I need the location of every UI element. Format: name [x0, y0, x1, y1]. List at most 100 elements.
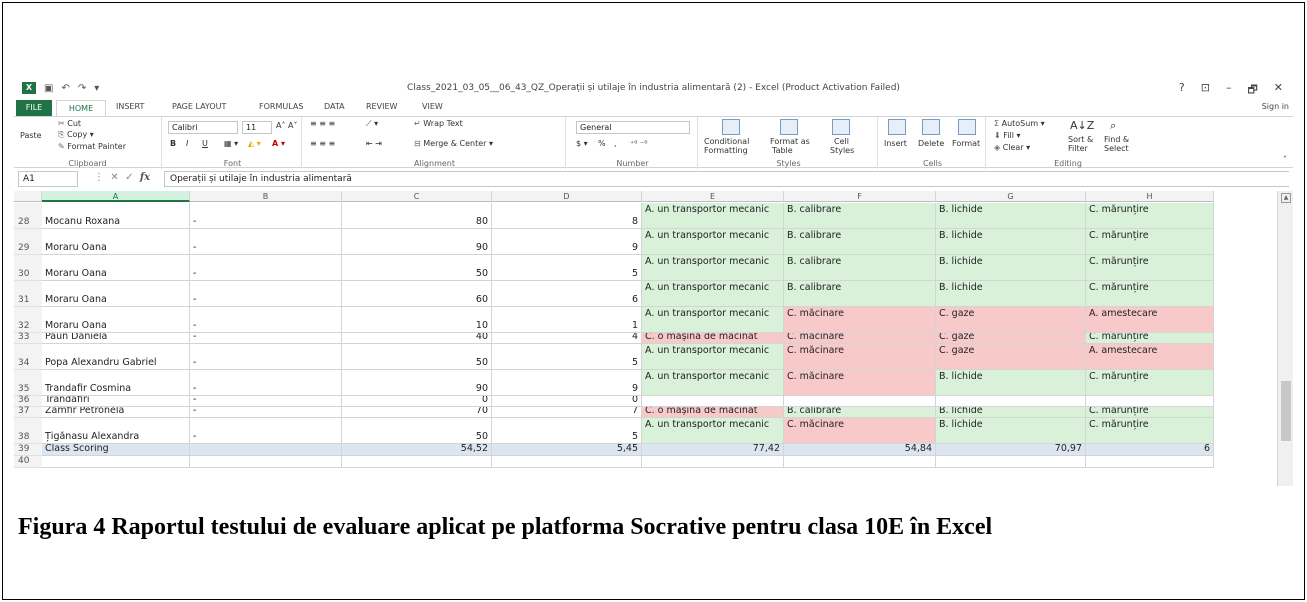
cell-h[interactable]: C. mărunțire — [1086, 370, 1214, 396]
cell-e[interactable]: A. un transportor mecanic — [642, 344, 784, 370]
cell-styles-button[interactable]: Cell — [834, 137, 849, 146]
cell-d[interactable]: 5 — [492, 255, 642, 281]
cell-e[interactable]: A. un transportor mecanic — [642, 281, 784, 307]
cell-e[interactable]: A. un transportor mecanic — [642, 229, 784, 255]
merge-center-button[interactable]: ⊟ Merge & Center ▾ — [414, 139, 493, 148]
cell-h[interactable]: C. mărunțire — [1086, 229, 1214, 255]
cell-b[interactable]: - — [190, 418, 342, 444]
cell-e[interactable] — [642, 456, 784, 468]
cell-f[interactable]: C. măcinare — [784, 418, 936, 444]
cell-f[interactable]: C. măcinare — [784, 370, 936, 396]
cell-d[interactable]: 8 — [492, 203, 642, 229]
cell-g[interactable] — [936, 396, 1086, 407]
cell-h[interactable]: C. mărunțire — [1086, 418, 1214, 444]
vertical-scrollbar[interactable]: ▲ — [1277, 191, 1293, 486]
cell-d[interactable]: 4 — [492, 333, 642, 344]
cell-c[interactable]: 60 — [342, 281, 492, 307]
cell-b[interactable] — [190, 444, 342, 456]
format-cells-button[interactable]: Format — [952, 139, 980, 148]
decimal-icons[interactable]: ⁺⁰ ⁻⁰ — [630, 139, 647, 148]
font-name-select[interactable]: Calibri — [168, 121, 238, 134]
cell-b[interactable] — [190, 456, 342, 468]
autosum-button[interactable]: Σ AutoSum ▾ — [994, 119, 1045, 128]
cell-d[interactable]: 6 — [492, 281, 642, 307]
scroll-thumb[interactable] — [1281, 381, 1291, 441]
cell-c[interactable] — [342, 456, 492, 468]
cell-f[interactable]: C. măcinare — [784, 307, 936, 333]
cell-h[interactable]: C. mărunțire — [1086, 407, 1214, 418]
cell-a[interactable]: Moraru Oana — [42, 229, 190, 255]
number-format-select[interactable]: General — [576, 121, 690, 134]
cell-c[interactable]: 10 — [342, 307, 492, 333]
fx-icon[interactable]: fx — [140, 172, 150, 183]
cell-b[interactable]: - — [190, 407, 342, 418]
cell-f[interactable]: B. calibrare — [784, 203, 936, 229]
restore-button[interactable]: 🗗 — [1247, 81, 1257, 100]
cell-b[interactable]: - — [190, 307, 342, 333]
cell-g[interactable]: C. gaze — [936, 307, 1086, 333]
cut-button[interactable]: ✂ Cut — [58, 119, 81, 128]
format-painter-button[interactable]: ✎ Format Painter — [58, 142, 126, 151]
cell-c[interactable]: 40 — [342, 333, 492, 344]
cell-h[interactable]: A. amestecare — [1086, 307, 1214, 333]
cell-f[interactable]: B. calibrare — [784, 407, 936, 418]
cell-b[interactable]: - — [190, 344, 342, 370]
cell-b[interactable]: - — [190, 281, 342, 307]
cell-g[interactable]: C. gaze — [936, 344, 1086, 370]
cell-e[interactable] — [642, 396, 784, 407]
orientation-icon[interactable]: ⟋ ▾ — [366, 119, 378, 129]
cell-d[interactable] — [492, 456, 642, 468]
cell-g[interactable]: 70,97 — [936, 444, 1086, 456]
row-header[interactable]: 40 — [14, 456, 42, 468]
cell-c[interactable]: 50 — [342, 255, 492, 281]
wrap-text-button[interactable]: ↵ Wrap Text — [414, 119, 463, 128]
bold-button[interactable]: B — [170, 139, 176, 148]
cell-c[interactable]: 80 — [342, 203, 492, 229]
cell-e[interactable]: A. un transportor mecanic — [642, 370, 784, 396]
cell-d[interactable]: 5 — [492, 418, 642, 444]
paste-button[interactable]: Paste — [20, 131, 42, 140]
cell-a[interactable]: Moraru Oana — [42, 307, 190, 333]
cell-f[interactable]: C. măcinare — [784, 344, 936, 370]
fill-button[interactable]: ⬇ Fill ▾ — [994, 131, 1021, 140]
cell-a[interactable]: Moraru Oana — [42, 281, 190, 307]
align-left-icons[interactable]: ≡ ≡ ≡ — [310, 139, 335, 148]
cell-g[interactable]: B. lichide — [936, 281, 1086, 307]
cell-g[interactable]: C. gaze — [936, 333, 1086, 344]
row-header[interactable]: 35 — [14, 370, 42, 396]
cell-a[interactable]: Trandafir Cosmina — [42, 370, 190, 396]
column-header-e[interactable]: E — [642, 191, 784, 202]
clear-button[interactable]: ◈ Clear ▾ — [994, 143, 1030, 152]
cell-g[interactable]: B. lichide — [936, 203, 1086, 229]
cell-e[interactable]: C. o mașină de măcinat — [642, 407, 784, 418]
row-header[interactable]: 34 — [14, 344, 42, 370]
insert-cells-button[interactable]: Insert — [884, 139, 907, 148]
cell-f[interactable]: B. calibrare — [784, 281, 936, 307]
cell-a[interactable]: Paun Daniela — [42, 333, 190, 344]
sort-filter-button[interactable]: Sort & — [1068, 135, 1093, 144]
collapse-ribbon-icon[interactable]: ˄ — [1283, 155, 1287, 164]
cell-f[interactable]: C. măcinare — [784, 333, 936, 344]
percent-button[interactable]: % — [598, 139, 606, 148]
column-header-d[interactable]: D — [492, 191, 642, 202]
align-top-icons[interactable]: ≡ ≡ ≡ — [310, 119, 335, 128]
cell-g[interactable]: B. lichide — [936, 255, 1086, 281]
cell-h[interactable]: C. mărunțire — [1086, 203, 1214, 229]
italic-button[interactable]: I — [186, 139, 188, 148]
find-select-button[interactable]: Find & — [1104, 135, 1129, 144]
cell-g[interactable]: B. lichide — [936, 418, 1086, 444]
conditional-formatting-button[interactable]: Conditional — [704, 137, 749, 146]
cell-c[interactable]: 50 — [342, 418, 492, 444]
row-header[interactable]: 30 — [14, 255, 42, 281]
close-button[interactable]: ✕ — [1274, 81, 1283, 100]
row-header[interactable]: 31 — [14, 281, 42, 307]
cell-b[interactable]: - — [190, 203, 342, 229]
indent-icons[interactable]: ⇤ ⇥ — [366, 139, 382, 148]
cell-c[interactable]: 50 — [342, 344, 492, 370]
row-header[interactable]: 32 — [14, 307, 42, 333]
column-header-a[interactable]: A — [42, 191, 190, 202]
cell-c[interactable]: 70 — [342, 407, 492, 418]
formula-input[interactable]: Operații și utilaje în industria aliment… — [164, 171, 1289, 187]
name-box[interactable]: A1 — [18, 171, 78, 187]
cell-f[interactable]: B. calibrare — [784, 255, 936, 281]
